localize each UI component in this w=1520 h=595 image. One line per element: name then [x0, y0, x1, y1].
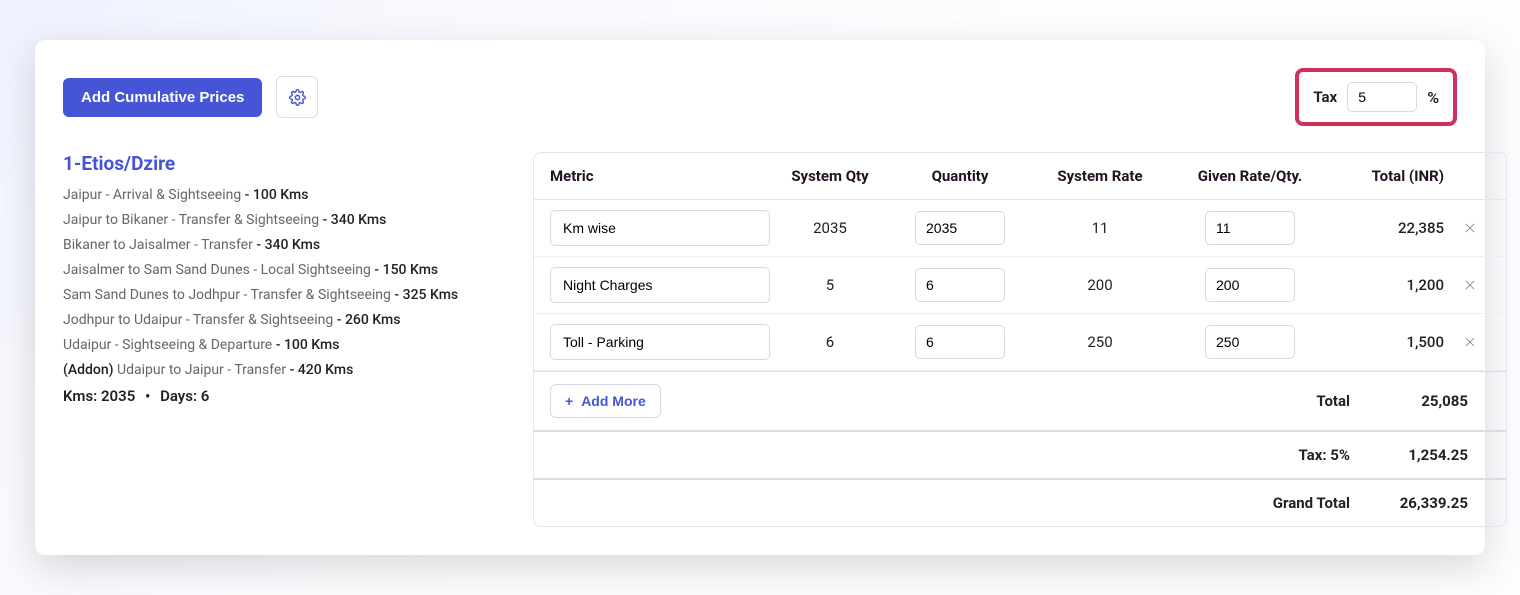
route-line: Udaipur - Sightseeing & Departure - 100 … — [63, 335, 493, 356]
row-total-cell: 22,385 — [1330, 219, 1450, 237]
route-segment: Jaipur - Arrival & Sightseeing — [63, 187, 245, 203]
total-value: 25,085 — [1350, 392, 1490, 410]
table-row: 5 200 1,200 — [534, 257, 1506, 314]
route-segment: Sam Sand Dunes to Jodhpur - Transfer & S… — [63, 287, 394, 303]
quantity-input[interactable] — [915, 325, 1005, 359]
grand-total-value: 26,339.25 — [1350, 494, 1490, 512]
route-segment: Jodhpur to Udaipur - Transfer & Sightsee… — [63, 312, 337, 328]
route-addon-tag: (Addon) — [63, 362, 117, 378]
metric-input[interactable] — [550, 324, 770, 360]
add-cumulative-prices-button[interactable]: Add Cumulative Prices — [63, 78, 262, 117]
route-line: Jaisalmer to Sam Sand Dunes - Local Sigh… — [63, 260, 493, 281]
tax-label: Tax — [1313, 88, 1337, 106]
route-km: - 100 Kms — [276, 337, 340, 353]
add-more-button[interactable]: + Add More — [550, 384, 661, 418]
settings-button[interactable] — [276, 76, 318, 118]
gear-icon — [289, 89, 306, 106]
th-given-rate: Given Rate/Qty. — [1170, 167, 1330, 185]
table-add-row: + Add More Total 25,085 — [534, 371, 1506, 432]
close-icon — [1463, 335, 1477, 349]
system-rate-cell: 200 — [1030, 276, 1170, 294]
summary-days: Days: 6 — [160, 387, 209, 405]
given-rate-input[interactable] — [1205, 268, 1295, 302]
th-system-rate: System Rate — [1030, 167, 1170, 185]
route-line: Jaipur - Arrival & Sightseeing - 100 Kms — [63, 185, 493, 206]
topbar-left: Add Cumulative Prices — [63, 76, 318, 118]
route-line: Sam Sand Dunes to Jodhpur - Transfer & S… — [63, 285, 493, 306]
th-total: Total (INR) — [1330, 167, 1450, 185]
given-rate-input[interactable] — [1205, 211, 1295, 245]
close-icon — [1463, 278, 1477, 292]
route-segment: Udaipur to Jaipur - Transfer — [117, 362, 290, 378]
route-km: - 340 Kms — [323, 212, 387, 228]
route-km: - 340 Kms — [256, 237, 320, 253]
content: 1-Etios/Dzire Jaipur - Arrival & Sightse… — [63, 152, 1457, 527]
metric-input[interactable] — [550, 267, 770, 303]
route-segment: Bikaner to Jaisalmer - Transfer — [63, 237, 256, 253]
th-metric: Metric — [550, 167, 770, 185]
given-rate-input[interactable] — [1205, 325, 1295, 359]
route-segment: Jaipur to Bikaner - Transfer & Sightseei… — [63, 212, 323, 228]
route-km: - 150 Kms — [374, 262, 438, 278]
route-line: (Addon) Udaipur to Jaipur - Transfer - 4… — [63, 360, 493, 381]
delete-row-button[interactable] — [1450, 278, 1490, 292]
route-km: - 420 Kms — [290, 362, 354, 378]
system-rate-cell: 11 — [1030, 219, 1170, 237]
table-row: 2035 11 22,385 — [534, 200, 1506, 257]
th-system-qty: System Qty — [770, 167, 890, 185]
itinerary-panel: 1-Etios/Dzire Jaipur - Arrival & Sightse… — [63, 152, 493, 405]
th-quantity: Quantity — [890, 167, 1030, 185]
summary-sep: • — [145, 387, 150, 405]
system-qty-cell: 6 — [770, 333, 890, 351]
route-list: Jaipur - Arrival & Sightseeing - 100 Kms… — [63, 185, 493, 381]
tax-input[interactable] — [1347, 82, 1417, 112]
close-icon — [1463, 221, 1477, 235]
table-row: 6 250 1,500 — [534, 314, 1506, 371]
route-km: - 325 Kms — [394, 287, 458, 303]
tax-row-value: 1,254.25 — [1350, 446, 1490, 464]
row-total-cell: 1,200 — [1330, 276, 1450, 294]
topbar: Add Cumulative Prices Tax % — [63, 68, 1457, 126]
pricing-table-panel: Metric System Qty Quantity System Rate G… — [533, 152, 1507, 527]
metric-input[interactable] — [550, 210, 770, 246]
vehicle-title: 1-Etios/Dzire — [63, 152, 493, 175]
table-header: Metric System Qty Quantity System Rate G… — [534, 153, 1506, 200]
delete-row-button[interactable] — [1450, 335, 1490, 349]
total-label: Total — [1170, 392, 1350, 410]
delete-row-button[interactable] — [1450, 221, 1490, 235]
pricing-card: Add Cumulative Prices Tax % 1-Etios/Dzir… — [35, 40, 1485, 555]
add-more-label: Add More — [581, 393, 646, 409]
pricing-table: Metric System Qty Quantity System Rate G… — [533, 152, 1507, 527]
route-line: Jodhpur to Udaipur - Transfer & Sightsee… — [63, 310, 493, 331]
summary-kms: Kms: 2035 — [63, 387, 135, 405]
system-qty-cell: 2035 — [770, 219, 890, 237]
route-km: - 260 Kms — [337, 312, 401, 328]
plus-icon: + — [565, 393, 573, 409]
tax-row-label: Tax: 5% — [1170, 446, 1350, 464]
quantity-input[interactable] — [915, 211, 1005, 245]
system-rate-cell: 250 — [1030, 333, 1170, 351]
summary-line: Kms: 2035 • Days: 6 — [63, 387, 493, 405]
quantity-input[interactable] — [915, 268, 1005, 302]
table-grand-total-row: Grand Total 26,339.25 — [534, 480, 1506, 526]
table-tax-row: Tax: 5% 1,254.25 — [534, 432, 1506, 480]
route-line: Bikaner to Jaisalmer - Transfer - 340 Km… — [63, 235, 493, 256]
route-segment: Jaisalmer to Sam Sand Dunes - Local Sigh… — [63, 262, 374, 278]
system-qty-cell: 5 — [770, 276, 890, 294]
tax-highlight-box: Tax % — [1295, 68, 1457, 126]
grand-total-label: Grand Total — [1170, 494, 1350, 512]
route-segment: Udaipur - Sightseeing & Departure — [63, 337, 276, 353]
route-line: Jaipur to Bikaner - Transfer & Sightseei… — [63, 210, 493, 231]
tax-suffix: % — [1427, 88, 1439, 107]
row-total-cell: 1,500 — [1330, 333, 1450, 351]
route-km: - 100 Kms — [245, 187, 309, 203]
